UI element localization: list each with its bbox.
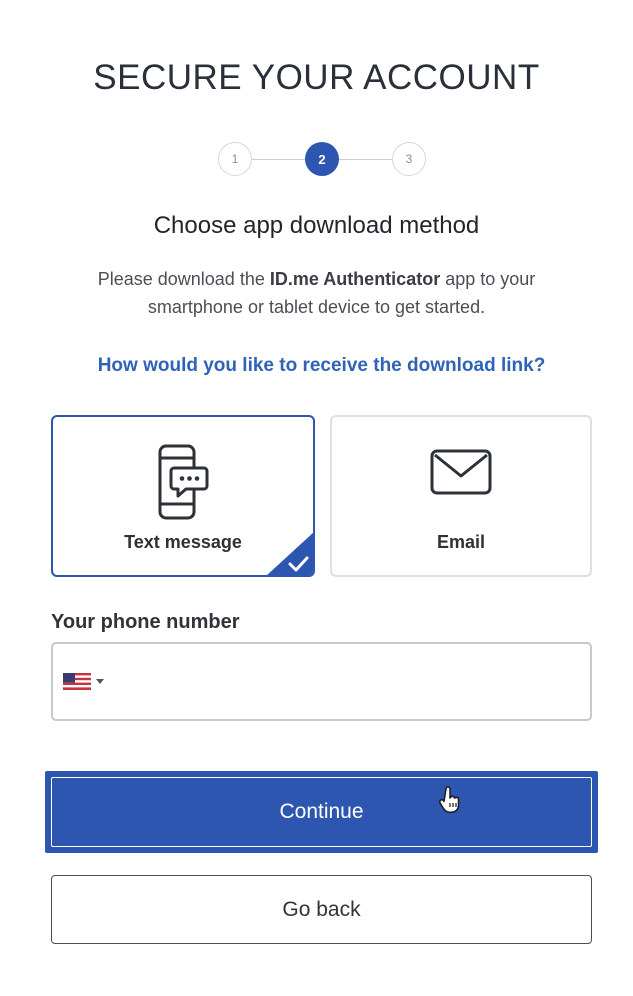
email-option[interactable]: Email	[330, 415, 592, 577]
delivery-question: How would you like to receive the downlo…	[97, 355, 546, 376]
section-subtitle: Choose app download method	[153, 212, 480, 239]
envelope-icon	[430, 449, 492, 495]
phone-number-input[interactable]	[123, 654, 582, 711]
hand-pointer-icon	[439, 786, 460, 813]
phone-chat-icon	[158, 444, 209, 520]
phone-number-label: Your phone number	[51, 611, 240, 633]
country-code-dropdown[interactable]	[63, 673, 104, 690]
instructions-text: Please download the ID.me Authenticator …	[60, 265, 573, 321]
selected-check-icon	[267, 532, 313, 575]
step-2-current: 2	[305, 142, 339, 176]
progress-stepper: 1 2 3	[218, 142, 426, 178]
step-1: 1	[218, 142, 252, 176]
us-flag-icon	[63, 673, 91, 690]
text-message-option[interactable]: Text message	[51, 415, 315, 577]
description-prefix: Please download the	[97, 269, 270, 289]
go-back-button[interactable]: Go back	[51, 875, 592, 944]
email-label: Email	[436, 532, 486, 552]
phone-number-field	[51, 642, 592, 721]
chevron-down-icon	[96, 679, 104, 684]
step-3: 3	[392, 142, 426, 176]
continue-label: Continue	[51, 777, 592, 847]
stepper-connector	[252, 159, 306, 160]
stepper-connector	[338, 159, 392, 160]
page-title: SECURE YOUR ACCOUNT	[93, 58, 540, 97]
continue-button[interactable]: Continue	[45, 771, 598, 853]
app-name: ID.me Authenticator	[269, 269, 441, 289]
